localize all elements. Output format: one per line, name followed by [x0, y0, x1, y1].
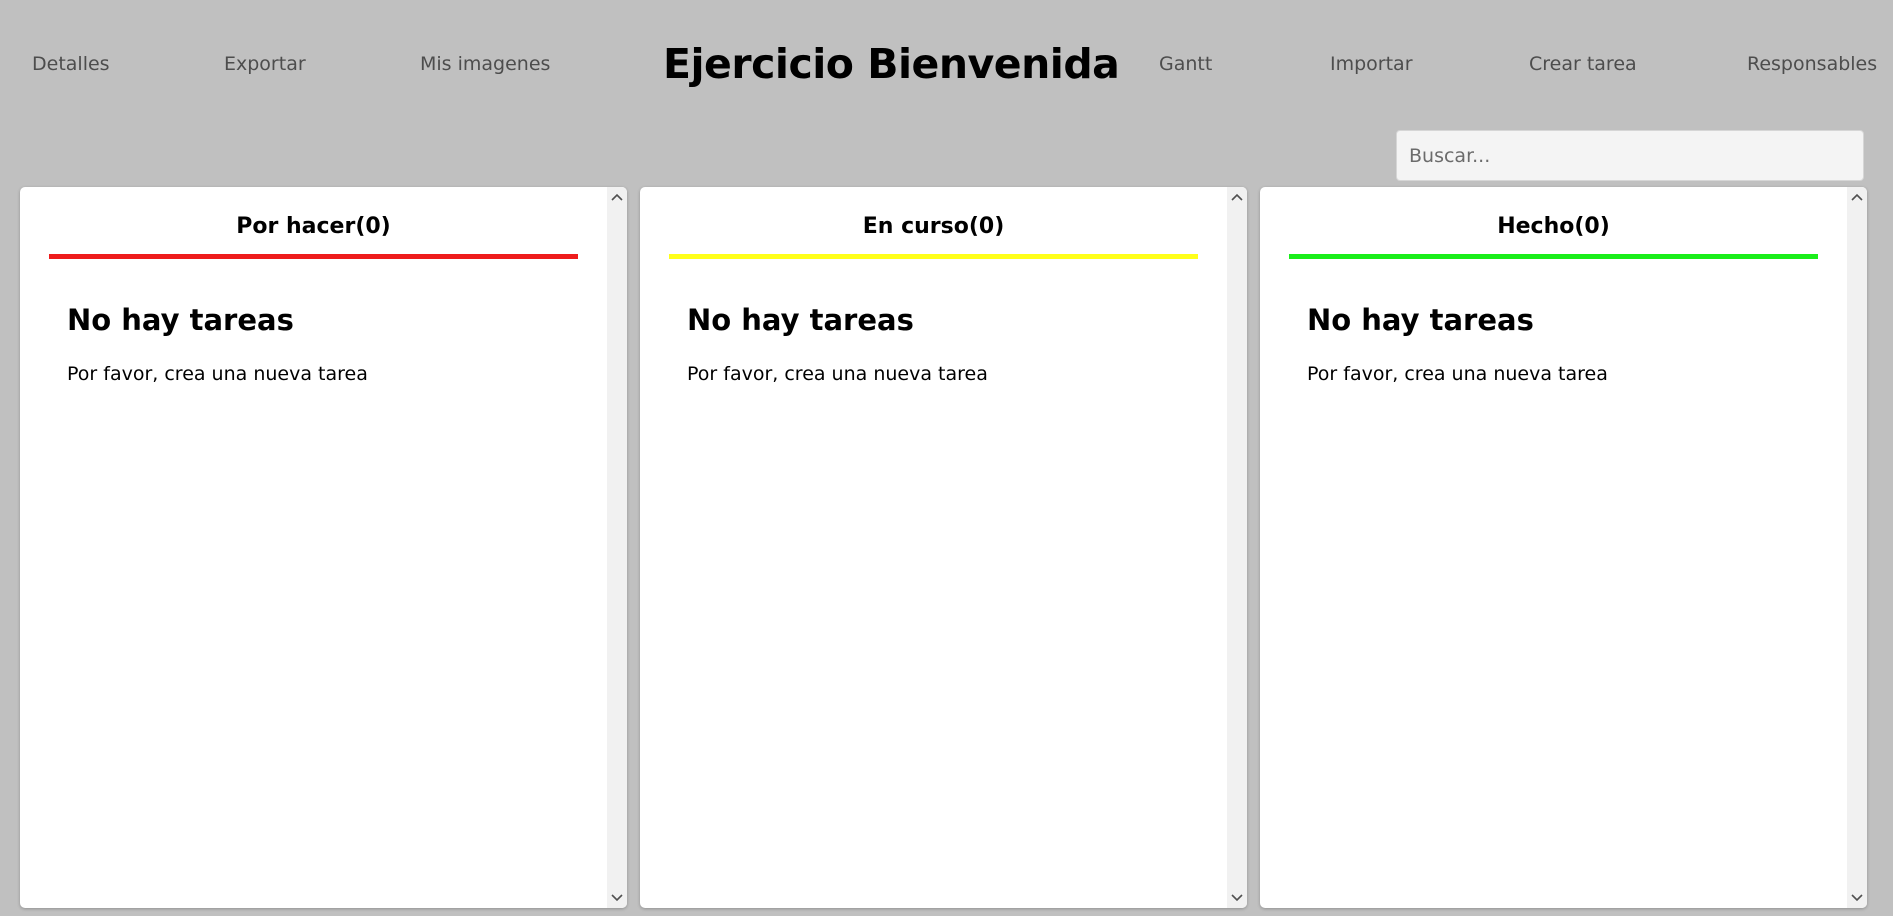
page-title: Ejercicio Bienvenida	[663, 40, 1120, 88]
chevron-up-icon[interactable]	[607, 187, 627, 207]
empty-state-title: No hay tareas	[67, 303, 294, 337]
top-navigation: Detalles Exportar Mis imagenes Ejercicio…	[0, 0, 1893, 130]
empty-state-title: No hay tareas	[687, 303, 914, 337]
column-header: Por hacer(0)	[236, 214, 391, 239]
search-input[interactable]	[1396, 130, 1864, 181]
nav-link-gantt[interactable]: Gantt	[1159, 53, 1212, 75]
status-bar-yellow	[669, 254, 1198, 259]
nav-link-detalles[interactable]: Detalles	[32, 53, 110, 75]
chevron-down-icon[interactable]	[607, 888, 627, 908]
chevron-up-icon[interactable]	[1227, 187, 1247, 207]
nav-link-mis-imagenes[interactable]: Mis imagenes	[420, 53, 550, 75]
status-bar-red	[49, 254, 578, 259]
empty-state-text: Por favor, crea una nueva tarea	[687, 363, 988, 385]
empty-state-text: Por favor, crea una nueva tarea	[67, 363, 368, 385]
column-en-curso: En curso(0) No hay tareas Por favor, cre…	[640, 187, 1247, 908]
column-por-hacer: Por hacer(0) No hay tareas Por favor, cr…	[20, 187, 627, 908]
nav-link-crear-tarea[interactable]: Crear tarea	[1529, 53, 1637, 75]
empty-state-title: No hay tareas	[1307, 303, 1534, 337]
chevron-down-icon[interactable]	[1847, 888, 1867, 908]
column-scrollbar[interactable]	[607, 187, 627, 908]
column-scrollbar[interactable]	[1847, 187, 1867, 908]
column-header: En curso(0)	[862, 214, 1005, 239]
chevron-up-icon[interactable]	[1847, 187, 1867, 207]
column-hecho: Hecho(0) No hay tareas Por favor, crea u…	[1260, 187, 1867, 908]
column-header: Hecho(0)	[1497, 214, 1610, 239]
status-bar-green	[1289, 254, 1818, 259]
nav-link-exportar[interactable]: Exportar	[224, 53, 306, 75]
nav-link-responsables[interactable]: Responsables	[1747, 53, 1877, 75]
empty-state-text: Por favor, crea una nueva tarea	[1307, 363, 1608, 385]
nav-link-importar[interactable]: Importar	[1330, 53, 1413, 75]
column-scrollbar[interactable]	[1227, 187, 1247, 908]
chevron-down-icon[interactable]	[1227, 888, 1247, 908]
